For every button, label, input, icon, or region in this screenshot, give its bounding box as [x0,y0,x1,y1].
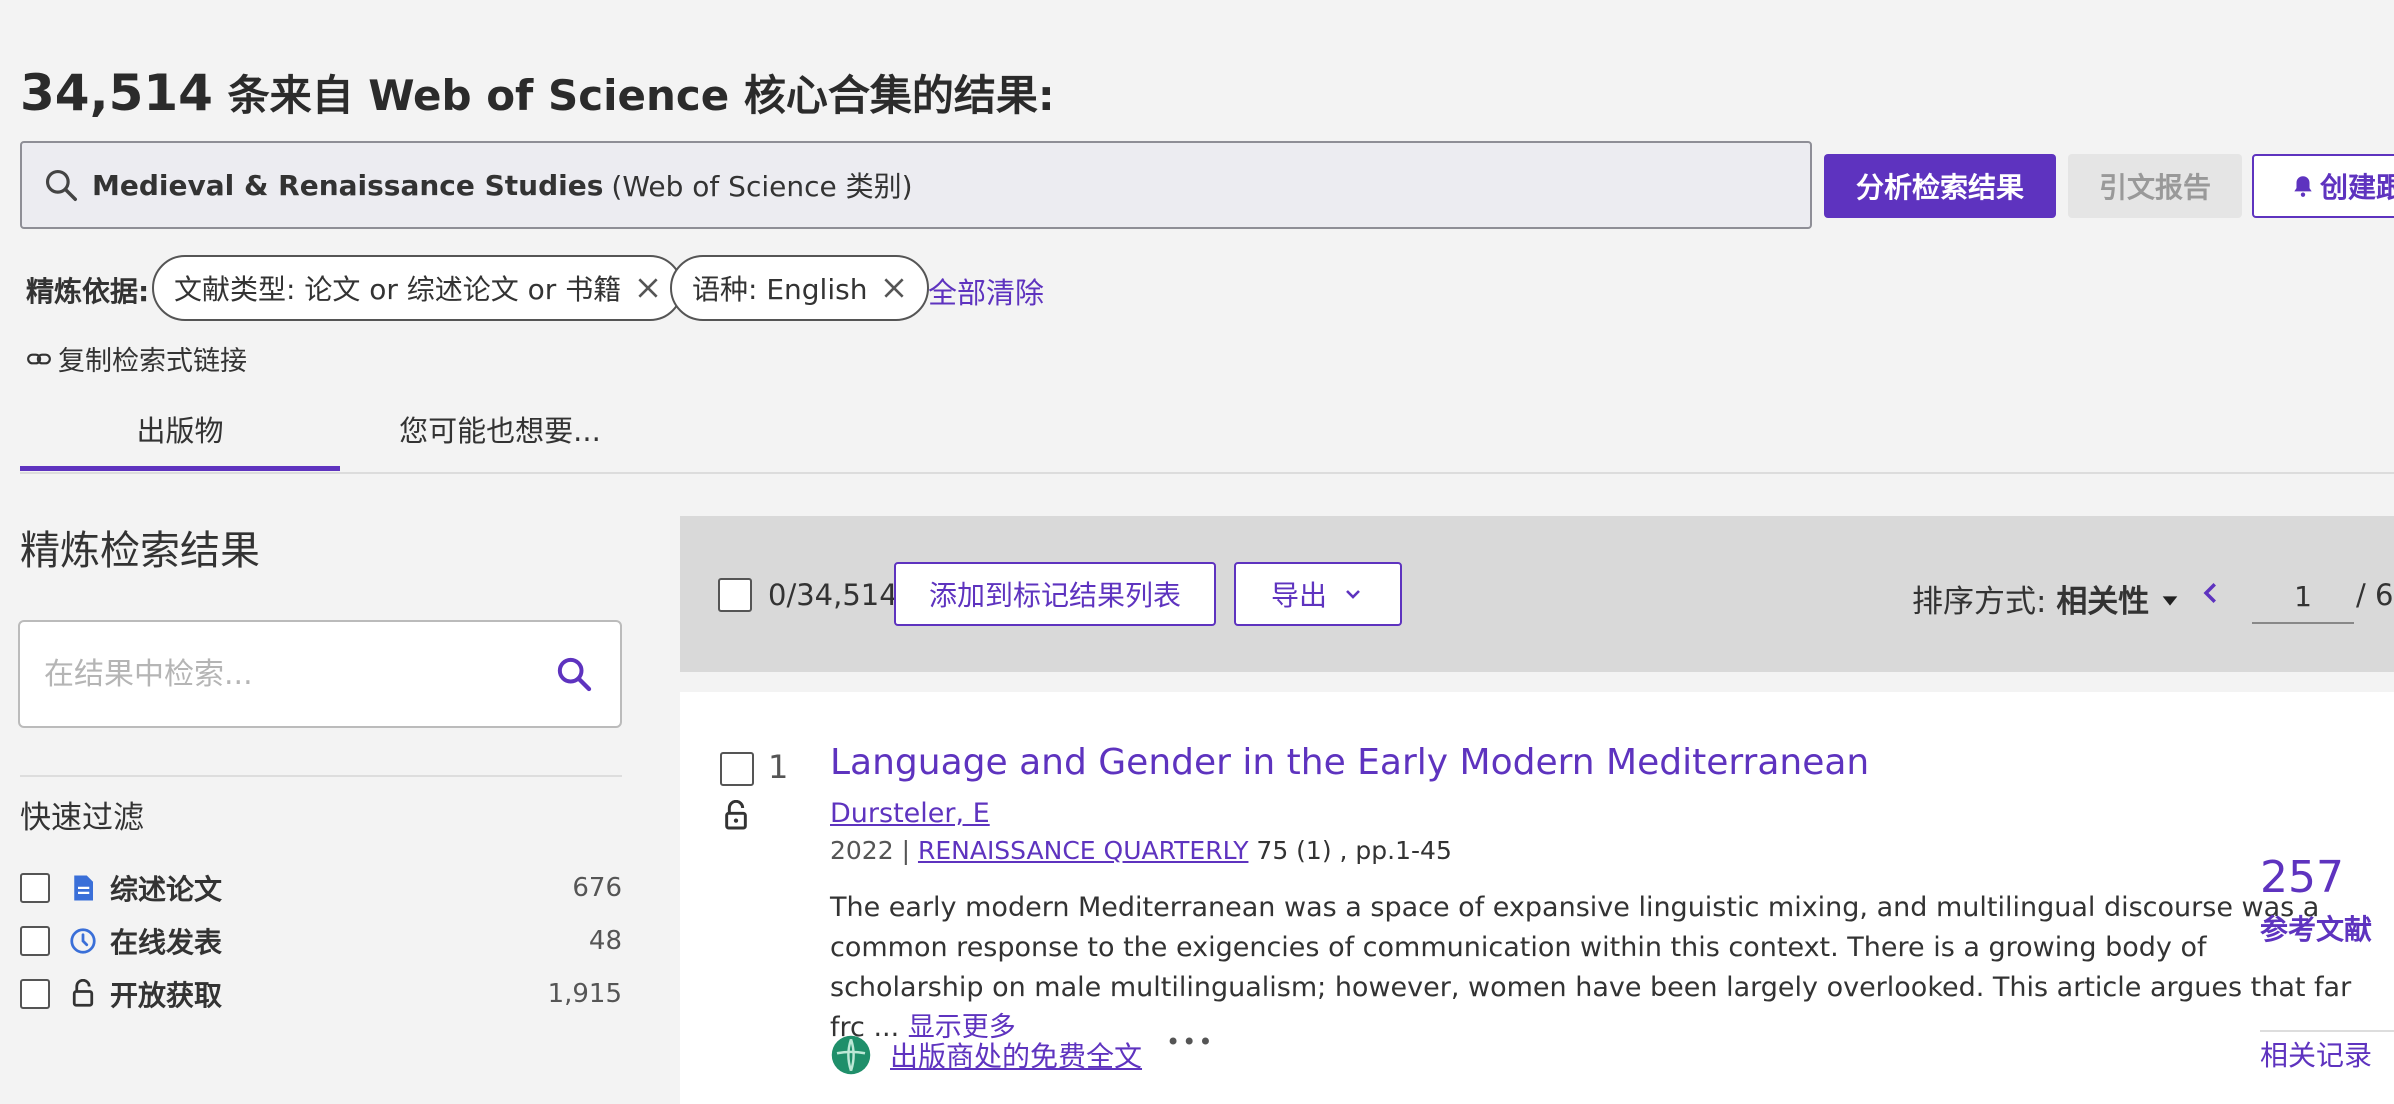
tab-divider [20,472,2394,474]
open-lock-icon [72,979,94,1007]
filter-label: 在线发表 [110,926,223,959]
more-options-icon[interactable]: ••• [1166,1028,1214,1056]
document-icon [74,875,93,901]
quick-filter-title: 快速过滤 [20,800,144,836]
filter-label: 开放获取 [110,979,223,1012]
clock-icon [70,928,96,954]
sidebar-divider [20,775,622,777]
filter-count: 676 [572,873,622,903]
doc-type-chip: 文献类型: 论文 or 综述论文 or 书籍 [152,255,684,321]
search-within-input[interactable] [42,655,526,693]
open-access-checkbox[interactable] [20,979,50,1009]
refine-label: 精炼依据: [26,275,150,308]
query-term: Medieval & Renaissance Studies [92,168,604,202]
result-author[interactable]: Dursteler, E [830,798,990,829]
full-text-link[interactable]: 出版商处的免费全文 [830,1034,1142,1076]
results-count: 34,514 [20,64,213,122]
chevron-left-icon[interactable] [2196,578,2226,608]
create-alert-button[interactable]: 创建跟 [2252,154,2394,218]
full-text-label: 出版商处的免费全文 [890,1040,1143,1073]
export-button[interactable]: 导出 [1234,562,1402,626]
active-tab-indicator [20,466,340,471]
add-to-marked-list-button[interactable]: 添加到标记结果列表 [894,562,1216,626]
page-total: / 6 [2356,578,2394,612]
doc-type-chip-text: 文献类型: 论文 or 综述论文 or 书籍 [174,273,622,306]
open-lock-icon [725,800,747,830]
result-volume: 75 (1) , pp.1-45 [1256,836,1452,865]
related-records-link[interactable]: 相关记录 [2260,1034,2372,1074]
filter-row-open-access: 开放获取 1,915 [20,974,622,1014]
citation-report-button[interactable]: 引文报告 [2068,154,2242,218]
result-checkbox[interactable] [720,752,754,786]
results-heading-text: 条来自 Web of Science 核心合集的结果: [227,71,1055,120]
result-abstract: The early modern Mediterranean was a spa… [830,888,2360,1048]
tab-you-may-also-like[interactable]: 您可能也想要... [340,408,660,450]
page-number-input[interactable] [2252,570,2354,624]
close-icon[interactable] [635,275,661,301]
query-category: (Web of Science 类别) [611,170,913,203]
publisher-logo-icon [831,1035,871,1075]
export-label: 导出 [1270,579,1327,612]
create-alert-label: 创建跟 [2320,171,2394,204]
selected-count: 0/34,514 [768,578,898,612]
language-chip: 语种: English [670,255,930,321]
copy-query-link-label: 复制检索式链接 [58,346,247,377]
caret-down-icon [2162,596,2178,606]
filter-row-early-access: 在线发表 48 [20,921,622,961]
clear-all-link[interactable]: 全部清除 [928,270,1044,312]
filter-label: 综述论文 [110,873,223,906]
analyze-results-button[interactable]: 分析检索结果 [1824,154,2056,218]
sort-control[interactable]: 排序方式: 相关性 [1912,576,2181,621]
side-divider [2260,1030,2394,1032]
filter-count: 48 [588,926,622,956]
search-icon[interactable] [554,654,594,694]
early-access-checkbox[interactable] [20,926,50,956]
search-within-results [18,620,622,728]
refine-results-title: 精炼检索结果 [20,528,260,574]
review-checkbox[interactable] [20,873,50,903]
abstract-text: The early modern Mediterranean was a spa… [830,892,2352,1043]
sort-label: 排序方式: [1912,584,2047,620]
references-label: 参考文献 [2260,913,2373,946]
link-icon [27,353,51,364]
language-chip-text: 语种: English [692,273,868,306]
results-heading: 34,514 条来自 Web of Science 核心合集的结果: [20,62,1055,123]
tab-publications[interactable]: 出版物 [20,408,340,450]
result-index: 1 [768,748,789,786]
result-title[interactable]: Language and Gender in the Early Modern … [830,742,1869,783]
meta-separator: | [901,836,911,865]
copy-query-link[interactable]: 复制检索式链接 [26,339,247,378]
chevron-down-icon [1346,590,1360,599]
bell-icon [2294,176,2312,197]
result-year: 2022 [830,836,894,865]
filter-count: 1,915 [547,979,622,1009]
result-journal[interactable]: RENAISSANCE QUARTERLY [918,836,1249,865]
query-box[interactable]: Medieval & Renaissance Studies (Web of S… [20,141,1812,229]
sort-value: 相关性 [2056,584,2150,620]
references-count[interactable]: 257 [2260,852,2344,903]
result-meta: 2022 | RENAISSANCE QUARTERLY 75 (1) , pp… [830,836,1452,865]
select-all-checkbox[interactable] [718,578,752,612]
filter-row-review: 综述论文 676 [20,868,622,908]
search-icon [45,169,77,201]
close-icon[interactable] [881,275,907,301]
